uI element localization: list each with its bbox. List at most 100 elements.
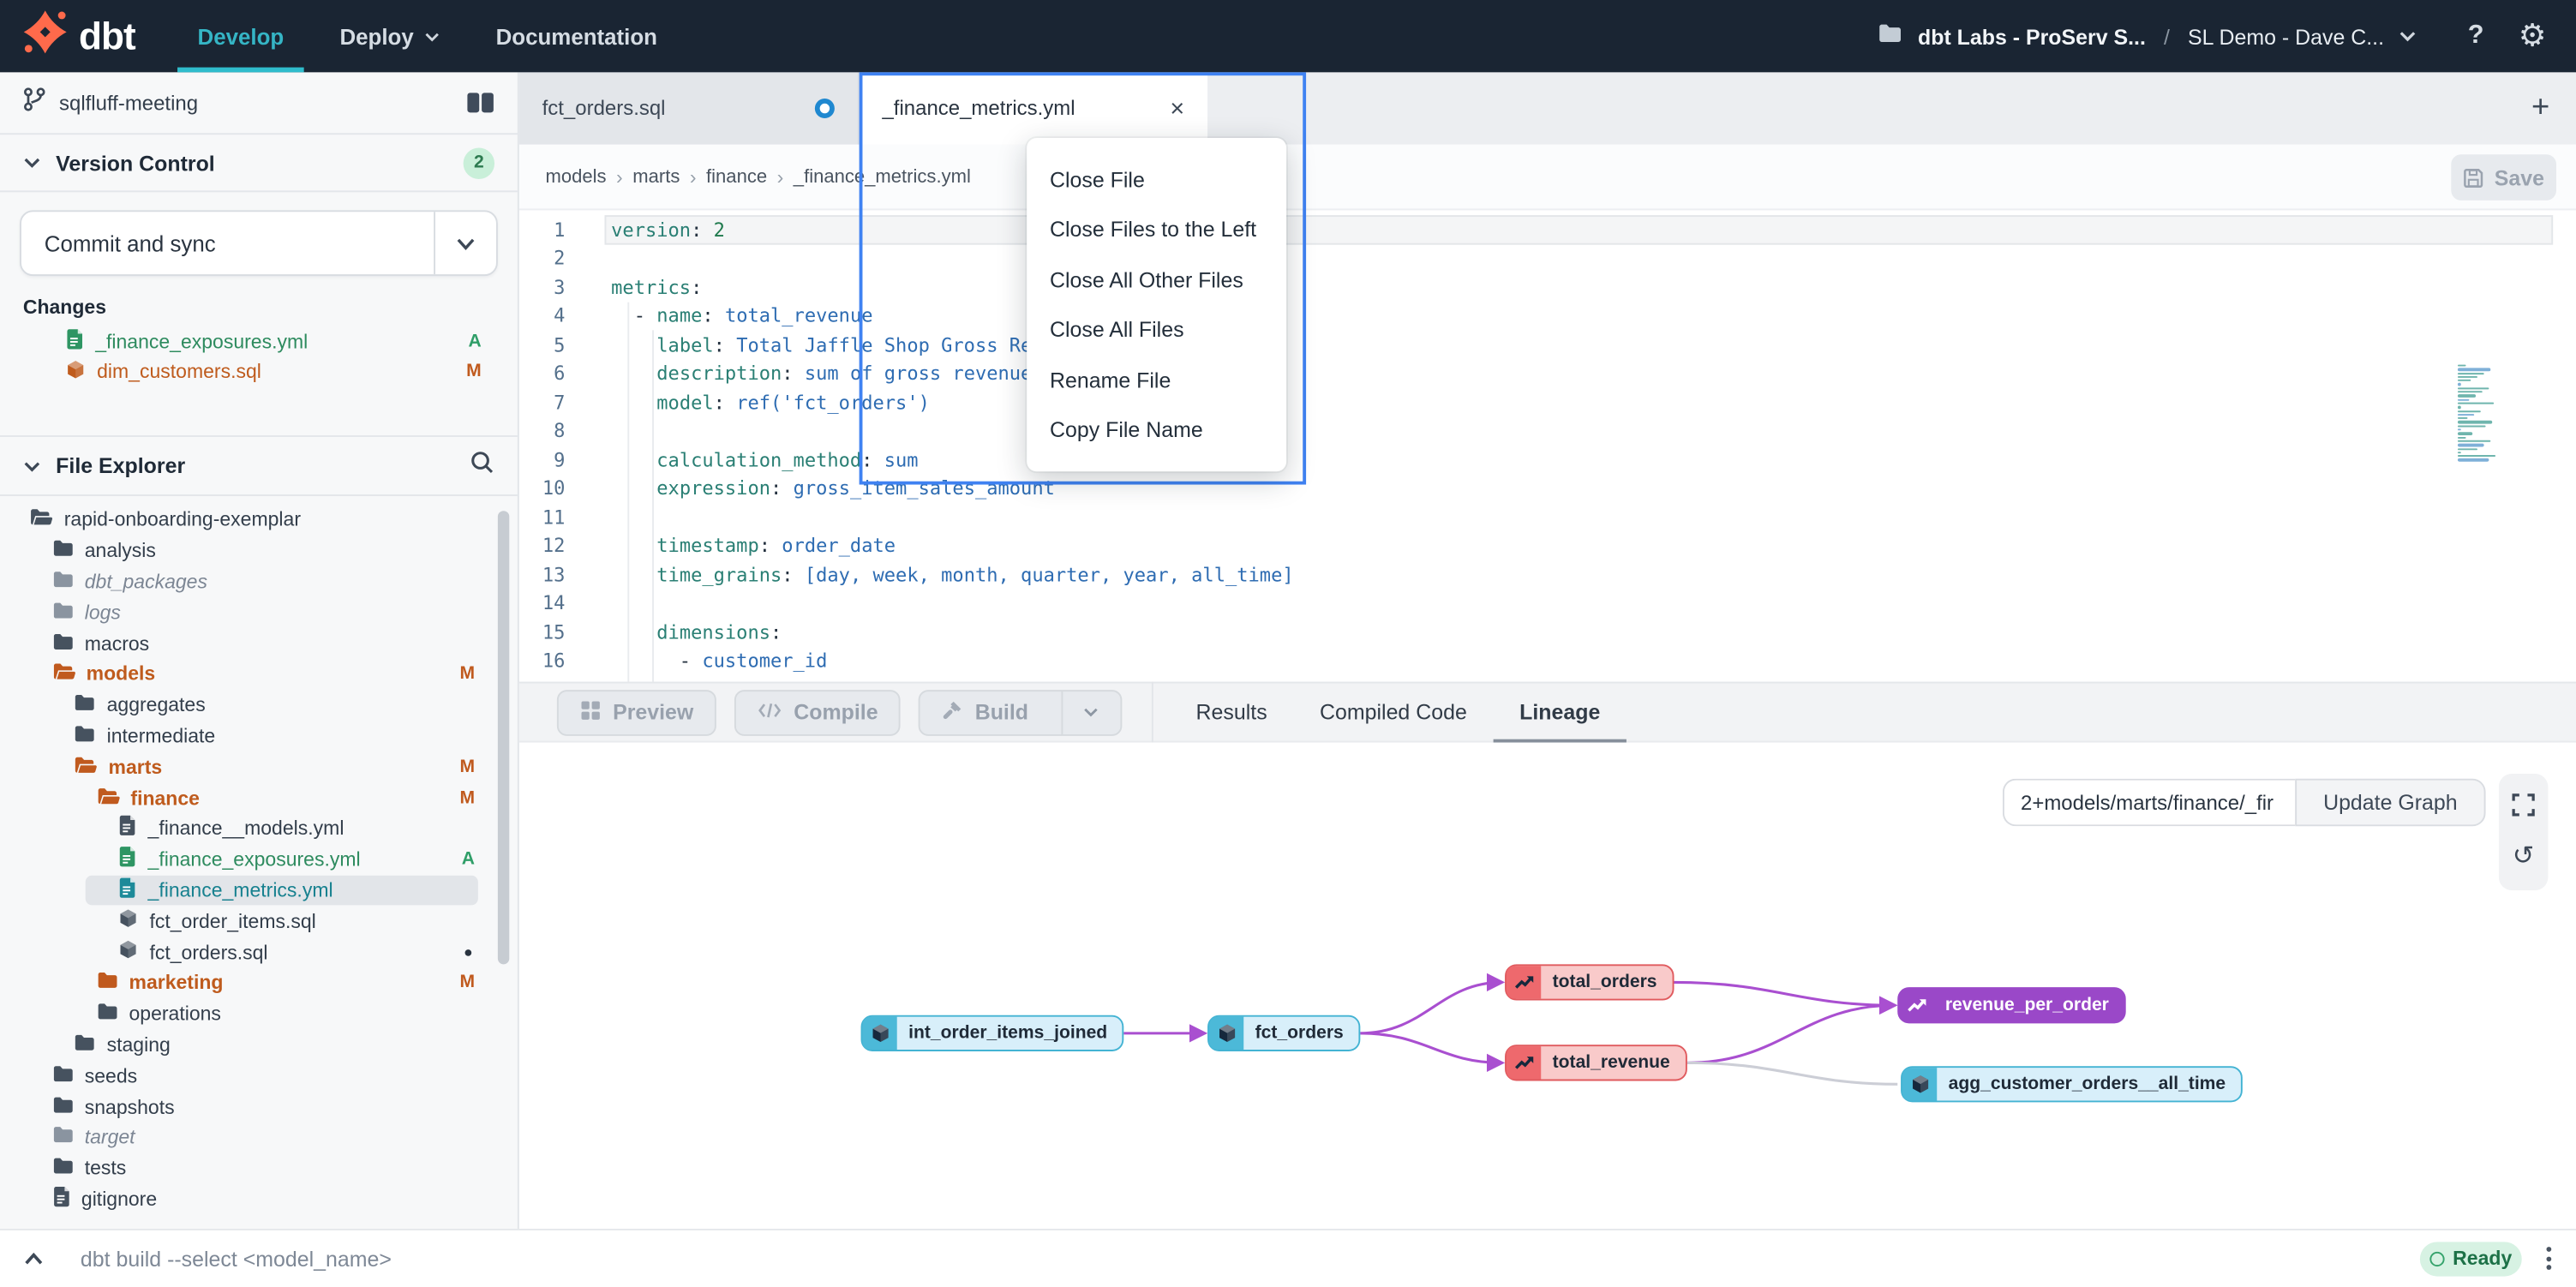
- nav-item-deploy[interactable]: Deploy: [339, 0, 440, 72]
- dbt-logo-icon: [23, 10, 68, 63]
- lineage-selector-input[interactable]: [2003, 779, 2295, 827]
- lineage-node-agg_customer_orders__all_time[interactable]: agg_customer_orders__all_time: [1901, 1066, 2242, 1102]
- reset-view-icon[interactable]: ↺: [2513, 844, 2535, 871]
- compile-button[interactable]: Compile: [734, 689, 901, 735]
- nav-item-documentation[interactable]: Documentation: [496, 0, 657, 72]
- docs-book-icon[interactable]: [466, 92, 494, 113]
- folder-icon: [1878, 21, 1903, 51]
- lineage-node-total_revenue[interactable]: total_revenue: [1505, 1045, 1686, 1080]
- tree-scrollbar[interactable]: [498, 511, 509, 964]
- header-divider: [1152, 682, 1153, 743]
- tree-item-operations[interactable]: operations: [0, 998, 518, 1029]
- change-item[interactable]: _finance_exposures.ymlA: [0, 327, 518, 357]
- dbt-cloud-ide: dbt Develop Deploy Documentation dbt Labs …: [0, 0, 2576, 1287]
- yml-file-icon: [118, 847, 136, 873]
- tree-item-snapshots[interactable]: snapshots: [0, 1091, 518, 1122]
- tree-item-_finance__models.yml[interactable]: _finance__models.yml: [0, 813, 518, 844]
- ready-ring-icon: [2429, 1251, 2444, 1266]
- tree-item-rapid-onboarding-exemplar[interactable]: rapid-onboarding-exemplar: [0, 505, 518, 536]
- dbt-logo[interactable]: dbt: [23, 10, 135, 63]
- change-item[interactable]: dim_customers.sqlM: [0, 356, 518, 386]
- tree-item-marts[interactable]: martsM: [0, 751, 518, 782]
- crumb-separator: ›: [616, 165, 623, 189]
- tree-item-seeds[interactable]: seeds: [0, 1060, 518, 1091]
- editor-tab-fct_orders.sql[interactable]: fct_orders.sql: [519, 72, 860, 144]
- code-line-5: 5 label: Total Jaffle Shop Gross Re: [519, 330, 2576, 359]
- change-status-badge: A: [468, 332, 481, 351]
- lineage-node-int_order_items_joined[interactable]: int_order_items_joined: [861, 1015, 1124, 1051]
- context-menu-item-close-files-to-the-left[interactable]: Close Files to the Left: [1027, 205, 1286, 254]
- lineage-edge: [1687, 1005, 1895, 1063]
- context-menu-item-close-all-other-files[interactable]: Close All Other Files: [1027, 254, 1286, 304]
- tree-item-macros[interactable]: macros: [0, 628, 518, 659]
- gear-icon[interactable]: ⚙: [2519, 21, 2547, 51]
- navbar-right: dbt Labs - ProServ S... / SL Demo - Dave…: [1878, 21, 2576, 51]
- tree-item-staging[interactable]: staging: [0, 1029, 518, 1060]
- code-line-14: 14: [519, 589, 2576, 618]
- build-button[interactable]: Build: [920, 689, 1123, 735]
- update-graph-button[interactable]: Update Graph: [2295, 779, 2485, 827]
- code-editor[interactable]: 1version: 223metrics:4 - name: total_rev…: [519, 210, 2576, 681]
- save-button[interactable]: Save: [2451, 154, 2556, 201]
- nav-item-develop[interactable]: Develop: [198, 0, 285, 72]
- fullscreen-icon[interactable]: [2512, 793, 2535, 824]
- tree-item-analysis[interactable]: analysis: [0, 536, 518, 566]
- chevron-up-icon[interactable]: [23, 1251, 45, 1266]
- lineage-node-revenue_per_order[interactable]: revenue_per_order: [1897, 987, 2125, 1023]
- code-line-9: 9 calculation_method: sum: [519, 446, 2576, 475]
- commit-split-button: Commit and sync: [20, 210, 498, 276]
- code-line-16: 16 - customer_id: [519, 646, 2576, 675]
- account-name[interactable]: dbt Labs - ProServ S...: [1918, 24, 2146, 49]
- build-options-button[interactable]: [1061, 691, 1120, 733]
- tree-item-finance[interactable]: financeM: [0, 782, 518, 813]
- commit-and-sync-button[interactable]: Commit and sync: [21, 212, 434, 274]
- lineage-node-fct_orders[interactable]: fct_orders: [1207, 1015, 1360, 1051]
- tree-item-dbt_packages[interactable]: dbt_packages: [0, 566, 518, 597]
- command-input[interactable]: [77, 1245, 2420, 1273]
- editor-tab-_finance_metrics.yml[interactable]: _finance_metrics.yml×: [860, 72, 1207, 144]
- tree-item-_finance_exposures.yml[interactable]: _finance_exposures.ymlA: [0, 844, 518, 875]
- project-name[interactable]: SL Demo - Dave C...: [2188, 24, 2384, 49]
- tree-item-_finance_metrics.yml[interactable]: _finance_metrics.yml: [0, 875, 518, 906]
- folder-icon: [51, 1157, 73, 1180]
- context-menu-item-close-all-files[interactable]: Close All Files: [1027, 305, 1286, 355]
- panel-tab-results[interactable]: Results: [1170, 684, 1293, 741]
- folder-icon: [96, 786, 119, 809]
- kebab-menu-icon[interactable]: [2546, 1247, 2551, 1270]
- model-cube-icon: [862, 1017, 896, 1050]
- tree-item-target[interactable]: target: [0, 1122, 518, 1152]
- folder-icon: [74, 693, 95, 716]
- yml-file-icon: [66, 328, 84, 355]
- tree-item-aggregates[interactable]: aggregates: [0, 690, 518, 721]
- chevron-down-icon[interactable]: [2399, 21, 2417, 51]
- branch-selector[interactable]: sqlfluff-meeting: [0, 72, 518, 135]
- context-menu-item-copy-file-name[interactable]: Copy File Name: [1027, 405, 1286, 455]
- preview-button[interactable]: Preview: [557, 689, 716, 735]
- tree-item-tests[interactable]: tests: [0, 1152, 518, 1183]
- context-menu-item-close-file[interactable]: Close File: [1027, 154, 1286, 204]
- version-control-header[interactable]: Version Control 2: [0, 135, 518, 192]
- changes-list: _finance_exposures.ymlAdim_customers.sql…: [0, 327, 518, 386]
- tree-item-marketing[interactable]: marketingM: [0, 967, 518, 998]
- tree-item-fct_order_items.sql[interactable]: fct_order_items.sql: [0, 906, 518, 937]
- panel-tab-lineage[interactable]: Lineage: [1493, 684, 1626, 741]
- lineage-node-total_orders[interactable]: total_orders: [1505, 964, 1674, 1000]
- tree-item-logs[interactable]: logs: [0, 597, 518, 628]
- commit-options-button[interactable]: [434, 212, 496, 274]
- branch-name: sqlfluff-meeting: [59, 91, 198, 114]
- crumb-separator: ›: [777, 165, 784, 189]
- tree-item-models[interactable]: modelsM: [0, 659, 518, 690]
- file-explorer-header[interactable]: File Explorer: [0, 435, 518, 496]
- panel-tab-compiled-code[interactable]: Compiled Code: [1293, 684, 1493, 741]
- context-menu-item-rename-file[interactable]: Rename File: [1027, 355, 1286, 404]
- tree-item-gitignore[interactable]: gitignore: [0, 1183, 518, 1214]
- help-icon[interactable]: ?: [2468, 21, 2484, 51]
- close-icon[interactable]: ×: [1170, 96, 1184, 121]
- model-cube-icon: [66, 359, 86, 384]
- new-tab-button[interactable]: +: [2505, 72, 2576, 144]
- hammer-icon: [942, 699, 963, 726]
- tree-status-badge: M: [459, 973, 475, 993]
- tree-item-intermediate[interactable]: intermediate: [0, 721, 518, 751]
- tree-item-fct_orders.sql[interactable]: fct_orders.sql: [0, 937, 518, 967]
- search-icon[interactable]: [470, 449, 494, 482]
